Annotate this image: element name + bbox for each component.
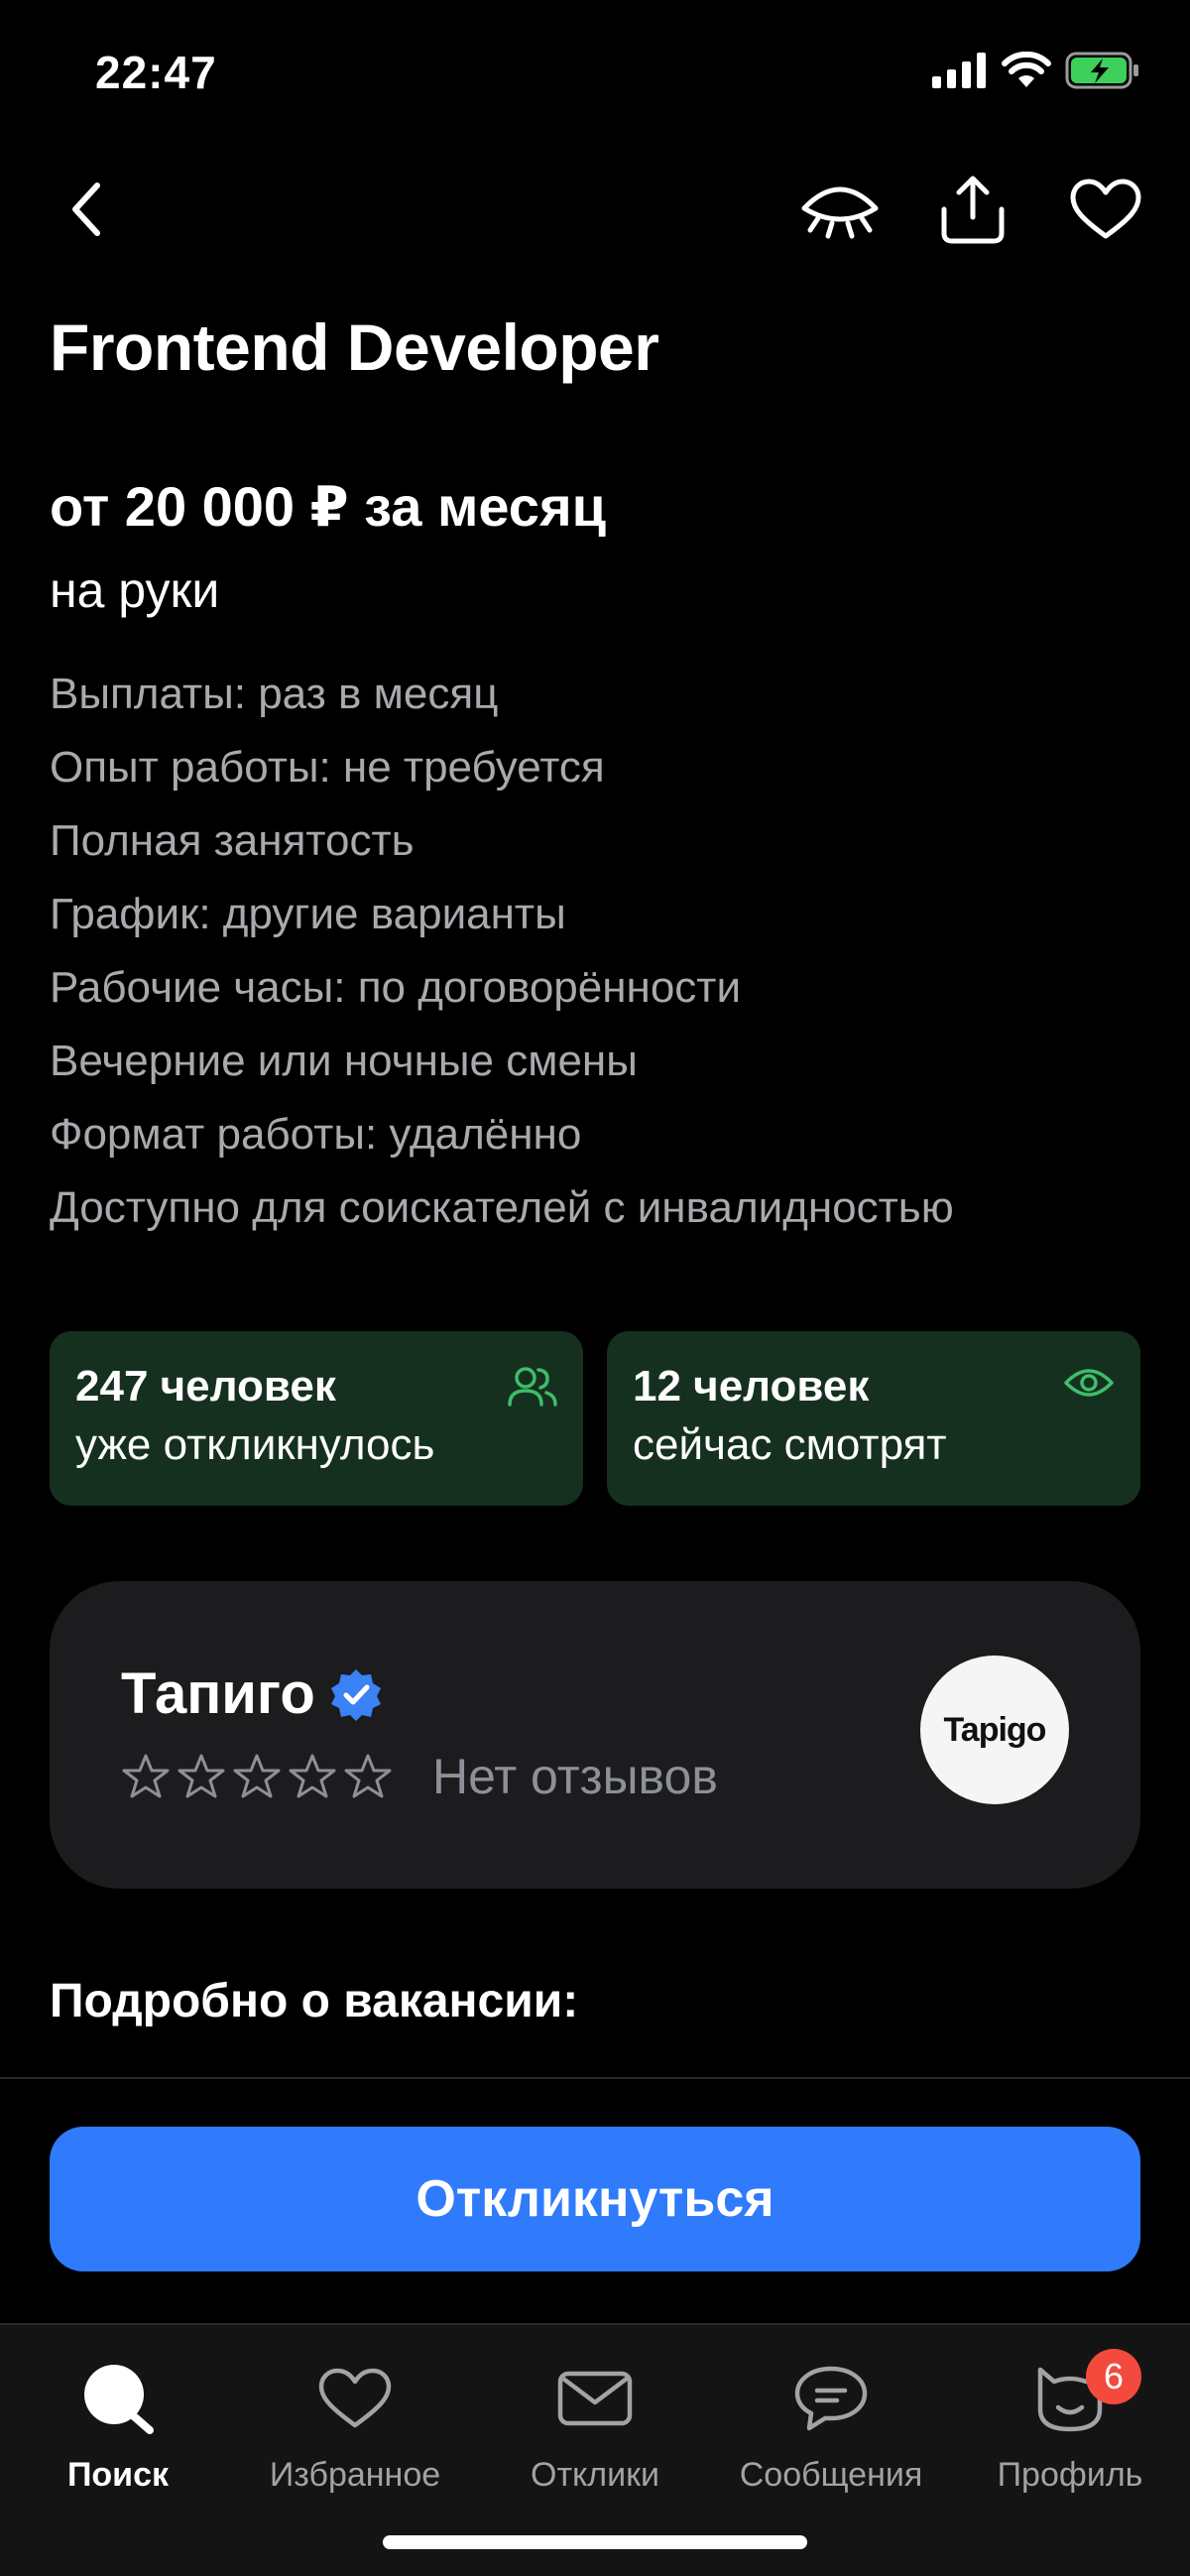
section-heading: Подробно о вакансии: [50,1975,579,2027]
eye-closed-icon [801,186,879,239]
star-empty-icon [344,1754,392,1798]
tab-favorites[interactable]: Избранное [246,2349,464,2495]
signal-icon [932,53,986,88]
battery-charging-icon [1065,52,1138,89]
company-name-row: Тапиго [121,1660,383,1727]
detail-item: Доступно для соискателей с инвалидностью [50,1183,954,1232]
wifi-icon [1002,52,1051,87]
chat-icon [794,2366,868,2431]
tab-label: Профиль [997,2456,1143,2494]
detail-item: Полная занятость [50,816,415,865]
status-icons [932,52,1140,89]
detail-item: Выплаты: раз в месяц [50,670,499,718]
status-time: 22:47 [95,47,217,98]
back-button[interactable] [56,175,115,244]
detail-item: Формат работы: удалённо [50,1110,582,1159]
tab-profile[interactable]: 6 Профиль [961,2349,1179,2495]
rating-row: Нет отзывов [121,1748,718,1805]
company-logo-text: Tapigo [943,1710,1047,1749]
detail-item: Вечерние или ночные смены [50,1037,638,1085]
nav-actions [799,169,1146,250]
share-icon [941,176,1005,244]
company-name: Тапиго [121,1661,315,1726]
tab-label: Избранное [269,2456,441,2494]
mail-icon [557,2371,633,2426]
responded-card: 247 человек уже откликнулось [50,1331,583,1506]
hide-button[interactable] [799,169,881,250]
company-card[interactable]: Тапиго Нет отзывов Tapigo [50,1581,1140,1889]
tab-label: Сообщения [739,2456,923,2494]
eye-icon [1064,1369,1114,1397]
star-empty-icon [289,1754,336,1798]
responded-label: уже откликнулось [75,1420,435,1469]
divider [0,2077,1190,2079]
reviews-status[interactable]: Нет отзывов [432,1748,718,1805]
tab-messages[interactable]: Сообщения [722,2349,940,2495]
verified-badge-icon [330,1668,381,1721]
star-empty-icon [233,1754,281,1798]
home-indicator [383,2535,807,2549]
notification-badge: 6 [1086,2349,1141,2404]
apply-button[interactable]: Откликнуться [50,2127,1140,2271]
detail-item: График: другие варианты [50,890,566,938]
tab-label: Поиск [66,2456,170,2494]
viewing-label: сейчас смотрят [633,1420,947,1469]
salary-note: на руки [50,562,220,618]
detail-item: Опыт работы: не требуется [50,743,605,792]
viewing-card: 12 человек сейчас смотрят [607,1331,1140,1506]
heart-icon [318,2368,392,2428]
company-logo: Tapigo [920,1656,1069,1804]
star-empty-icon [122,1754,170,1798]
share-button[interactable] [932,169,1013,250]
responded-count: 247 человек [75,1362,336,1411]
rating-stars [121,1753,393,1800]
chevron-left-icon [72,183,100,236]
vacancy-details: Выплаты: раз в месяц Опыт работы: не тре… [50,663,954,1250]
search-icon [84,2365,154,2434]
star-empty-icon [178,1754,225,1798]
salary: от 20 000 ₽ за месяц [50,475,607,538]
heart-icon [1070,179,1141,239]
favorite-button[interactable] [1065,169,1146,250]
vacancy-title: Frontend Developer [50,310,659,384]
detail-item: Рабочие часы: по договорённости [50,963,742,1012]
people-icon [508,1367,557,1407]
viewing-count: 12 человек [633,1362,870,1411]
tab-responses[interactable]: Отклики [486,2349,704,2495]
tab-search[interactable]: Поиск [9,2349,227,2495]
tab-label: Отклики [531,2456,659,2494]
